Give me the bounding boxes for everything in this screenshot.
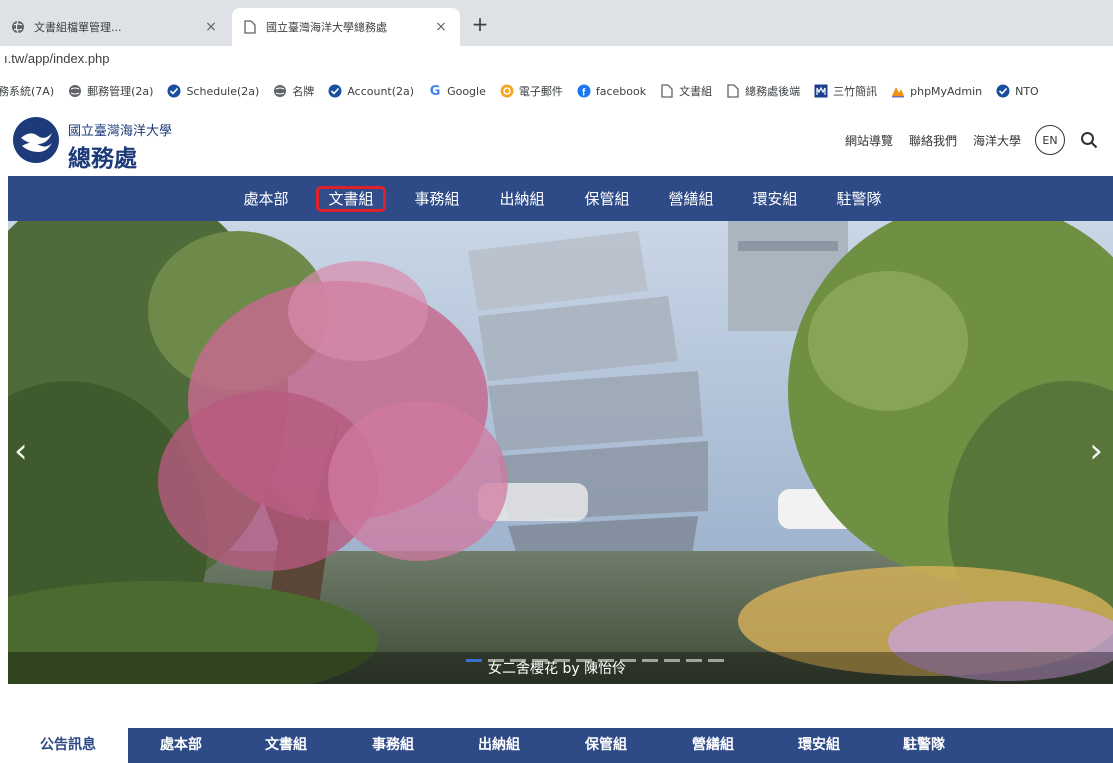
check-badge-icon (996, 84, 1010, 98)
page-icon (660, 84, 674, 98)
google-icon: G (429, 83, 441, 99)
university-name: 國立臺灣海洋大學 (68, 124, 173, 139)
tab-environment-safety[interactable]: 環安組 (798, 728, 840, 763)
hero-image (8, 221, 1113, 684)
globe-icon (68, 84, 82, 98)
nav-item-campus-police[interactable]: 駐警隊 (833, 186, 885, 212)
bookmark-item[interactable]: G Google (428, 83, 486, 99)
tab-general-affairs[interactable]: 事務組 (372, 728, 414, 763)
mitake-icon (814, 84, 828, 98)
new-tab-button[interactable]: + (468, 13, 492, 37)
browser-tab-general-affairs[interactable]: 國立臺灣海洋大學總務處 × (232, 8, 460, 46)
tab-property[interactable]: 保管組 (585, 728, 627, 763)
bookmark-item[interactable]: f facebook (577, 84, 646, 98)
slide-indicator[interactable] (686, 659, 702, 662)
site-header: 國立臺灣海洋大學 總務處 網站導覽 聯絡我們 海洋大學 EN (0, 108, 1113, 176)
slide-indicator[interactable] (708, 659, 724, 662)
slide-indicator[interactable] (664, 659, 680, 662)
tab-strip-departments: 處本部 文書組 事務組 出納組 保管組 營繕組 環安組 駐警隊 (128, 728, 1113, 763)
url-text[interactable]: ı.tw/app/index.php (4, 51, 110, 66)
bookmark-item[interactable]: 總務處後端 (726, 83, 800, 99)
bookmark-item[interactable]: Schedule(2a) (167, 84, 259, 98)
nav-item-property[interactable]: 保管組 (581, 186, 633, 212)
check-badge-icon (328, 84, 342, 98)
bookmark-item[interactable]: 文書組 (660, 83, 712, 99)
tab-announcements[interactable]: 公告訊息 (8, 728, 128, 763)
tab-campus-police[interactable]: 駐警隊 (903, 728, 945, 763)
university-link[interactable]: 海洋大學 (973, 132, 1021, 149)
check-badge-icon (167, 84, 181, 98)
hero-slideshow[interactable]: ‹ › 女二舍櫻花 by 陳怡伶 (8, 221, 1113, 684)
close-tab-icon[interactable]: × (432, 19, 450, 35)
nav-item-environment-safety[interactable]: 環安組 (749, 186, 801, 212)
browser-tabstrip: 文書組檔單管理... × 國立臺灣海洋大學總務處 × + (0, 0, 1113, 46)
office-name[interactable]: 總務處 (68, 139, 137, 173)
university-logo[interactable] (12, 116, 60, 164)
bookmark-item[interactable]: 電子郵件 (500, 83, 563, 99)
phpmyadmin-icon (891, 84, 905, 98)
bookmark-item[interactable]: NTO (996, 84, 1039, 98)
bookmarks-bar: 務系統(7A) 郵務管理(2a) Schedule(2a) 名牌 Account… (0, 74, 1113, 108)
nav-item-general-affairs[interactable]: 事務組 (411, 186, 463, 212)
slideshow-prev-button[interactable]: ‹ (14, 431, 28, 471)
globe-icon (10, 19, 26, 35)
main-nav: 處本部 文書組 事務組 出納組 保管組 營繕組 環安組 駐警隊 (8, 176, 1113, 221)
page-icon (242, 19, 258, 35)
nav-item-construction[interactable]: 營繕組 (665, 186, 717, 212)
slide-caption: 女二舍櫻花 by 陳怡伶 (488, 661, 627, 677)
tab-title: 文書組檔單管理... (34, 21, 122, 34)
search-icon[interactable] (1079, 130, 1099, 150)
tab-headquarters[interactable]: 處本部 (160, 728, 202, 763)
contact-link[interactable]: 聯絡我們 (909, 132, 957, 149)
address-bar[interactable]: ı.tw/app/index.php (0, 46, 1113, 74)
announcement-tabbar: 公告訊息 處本部 文書組 事務組 出納組 保管組 營繕組 環安組 駐警隊 (0, 728, 1113, 763)
close-tab-icon[interactable]: × (202, 19, 220, 35)
bookmark-item[interactable]: phpMyAdmin (891, 84, 982, 98)
bookmark-item[interactable]: 務系統(7A) (0, 83, 54, 99)
tab-document-section[interactable]: 文書組 (265, 728, 307, 763)
browser-tab-document-management[interactable]: 文書組檔單管理... × (0, 8, 230, 46)
mail-icon (500, 84, 514, 98)
slide-indicator[interactable] (642, 659, 658, 662)
page-icon (726, 84, 740, 98)
slide-indicator[interactable] (466, 659, 482, 662)
tab-cashier[interactable]: 出納組 (478, 728, 520, 763)
nav-item-document-section[interactable]: 文書組 (316, 186, 386, 212)
tab-construction[interactable]: 營繕組 (692, 728, 734, 763)
tab-title: 國立臺灣海洋大學總務處 (266, 21, 387, 34)
nav-item-headquarters[interactable]: 處本部 (240, 186, 292, 212)
language-switch-button[interactable]: EN (1035, 125, 1065, 155)
nav-item-cashier[interactable]: 出納組 (496, 186, 548, 212)
globe-icon (273, 84, 287, 98)
bookmark-item[interactable]: 三竹簡訊 (814, 83, 877, 99)
bookmark-item[interactable]: Account(2a) (328, 84, 414, 98)
utility-links: 網站導覽 聯絡我們 海洋大學 EN (829, 125, 1099, 155)
slideshow-next-button[interactable]: › (1089, 431, 1103, 471)
bookmark-item[interactable]: 郵務管理(2a) (68, 83, 153, 99)
bookmark-item[interactable]: 名牌 (273, 83, 314, 99)
facebook-icon: f (577, 84, 591, 98)
sitemap-link[interactable]: 網站導覽 (845, 132, 893, 149)
